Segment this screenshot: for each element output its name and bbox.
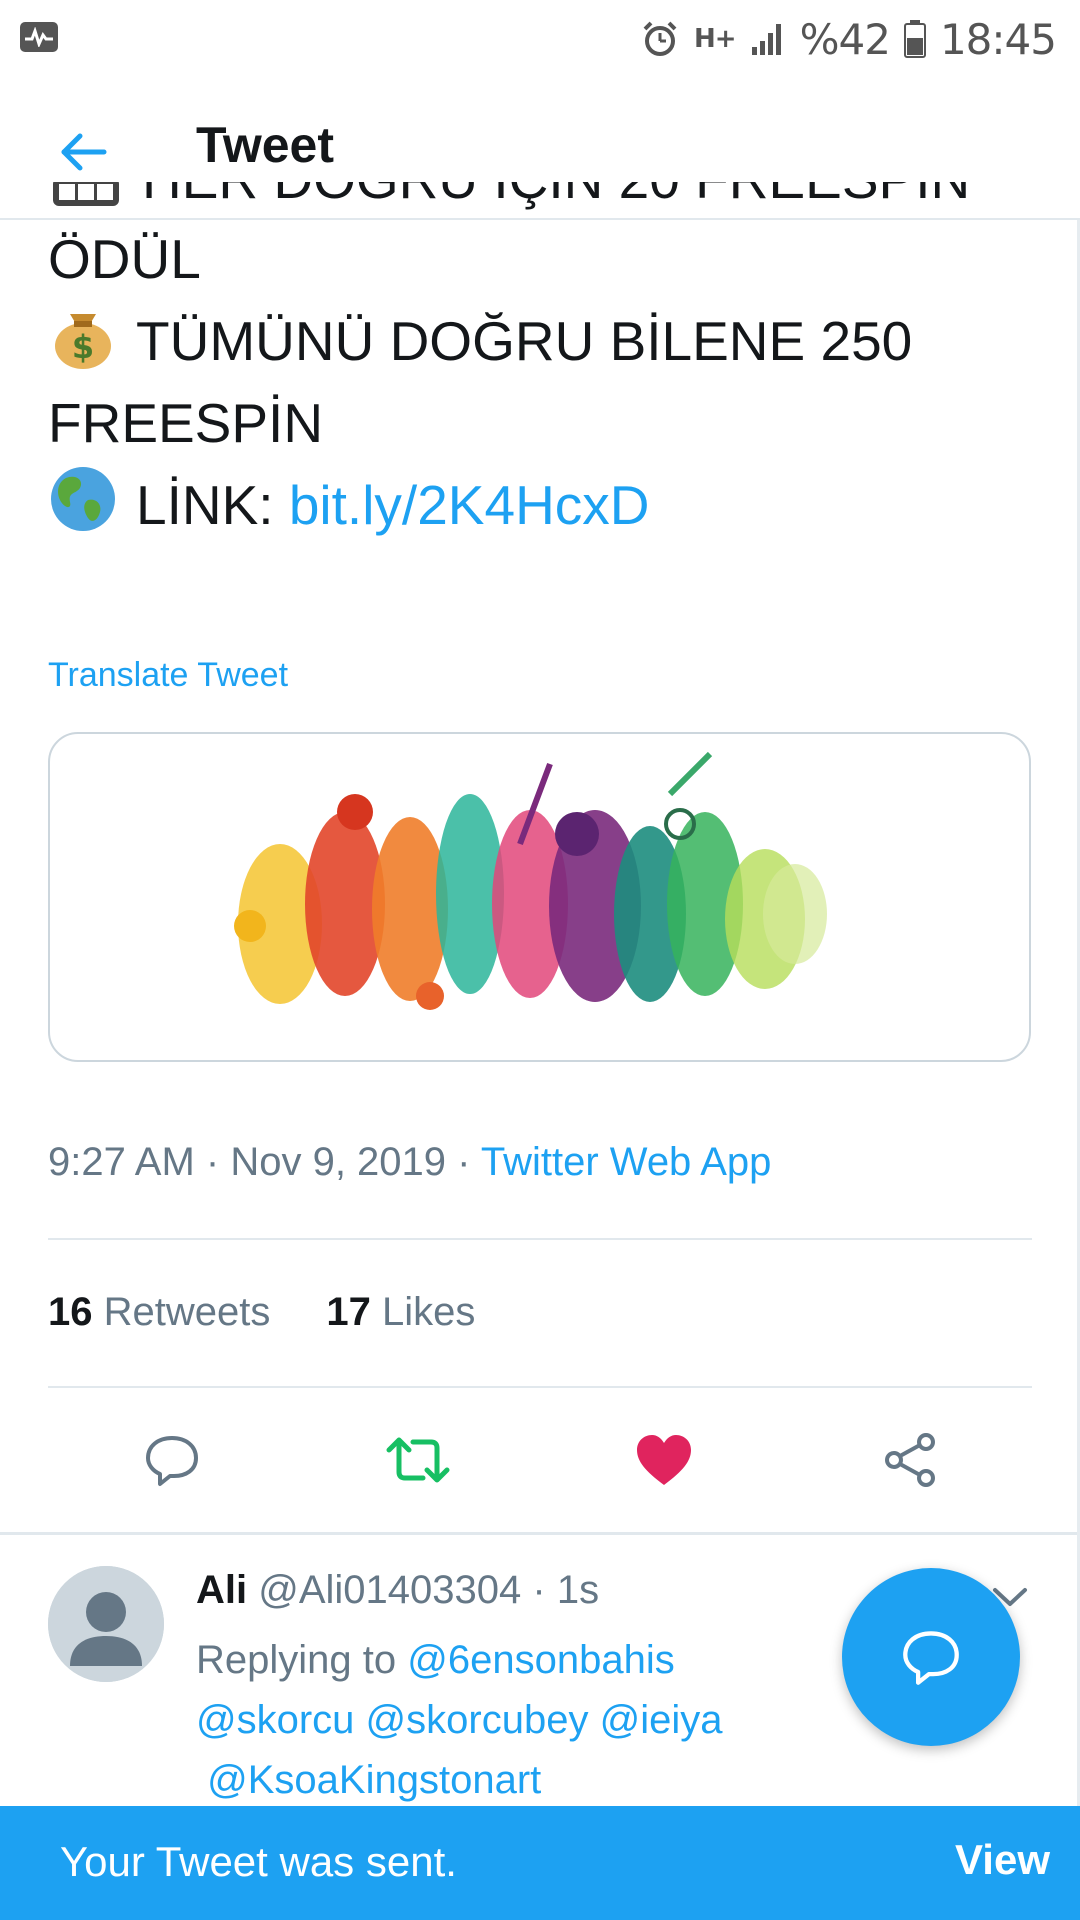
source-app-link[interactable]: Twitter Web App xyxy=(481,1140,772,1184)
reply-header: Ali @Ali01403304 · 1s xyxy=(196,1568,599,1613)
mention-link[interactable]: @ieiya xyxy=(600,1698,723,1742)
reply-author-name[interactable]: Ali xyxy=(196,1568,247,1612)
tweet-line-0: HER DOĞRU İÇİN 20 FREESPİN xyxy=(142,182,970,210)
retweet-icon xyxy=(386,1437,450,1483)
tweet-time: 9:27 AM xyxy=(48,1140,195,1184)
status-icons: H+ %42 18:45 xyxy=(640,12,1057,66)
tweet-line-2: $ TÜMÜNÜ DOĞRU BİLENE 250 xyxy=(48,300,1048,382)
reply-age: 1s xyxy=(556,1568,600,1612)
tweet-line-2-text: TÜMÜNÜ DOĞRU BİLENE 250 xyxy=(136,310,913,372)
replying-prefix: Replying to xyxy=(196,1638,397,1682)
network-type: H+ xyxy=(694,24,737,54)
share-button[interactable] xyxy=(870,1420,950,1500)
back-button[interactable] xyxy=(52,120,116,184)
arrow-left-icon xyxy=(61,133,107,171)
clock: 18:45 xyxy=(939,14,1057,64)
section-divider xyxy=(0,1532,1080,1535)
divider xyxy=(48,1386,1032,1388)
divider xyxy=(48,1238,1032,1240)
snackbar-view-button[interactable]: View xyxy=(955,1836,1050,1884)
like-label: Likes xyxy=(382,1290,476,1334)
tweet-actions xyxy=(0,1420,1080,1500)
mention-link[interactable]: @KsoaKingstonart xyxy=(207,1758,541,1802)
heart-filled-icon xyxy=(637,1435,691,1485)
translate-tweet-link[interactable]: Translate Tweet xyxy=(48,656,288,695)
mention-link[interactable]: @skorcu xyxy=(196,1698,354,1742)
snackbar: Your Tweet was sent. View xyxy=(0,1806,1080,1920)
retweets-stat[interactable]: 16 Retweets xyxy=(48,1290,270,1334)
slot-machine-icon xyxy=(53,182,119,206)
replying-to: Replying to @6ensonbahis @skorcu @skorcu… xyxy=(196,1630,876,1810)
tweet-date: Nov 9, 2019 xyxy=(230,1140,447,1184)
globe-americas-icon xyxy=(51,467,115,531)
activity-icon xyxy=(20,22,58,52)
reply-button[interactable] xyxy=(132,1420,212,1500)
retweet-label: Retweets xyxy=(103,1290,271,1334)
avatar[interactable] xyxy=(48,1566,164,1682)
tweet-cut-line: HER DOĞRU İÇİN 20 FREESPİN xyxy=(48,182,1048,222)
mention-link[interactable]: @6ensonbahis xyxy=(407,1638,674,1682)
retweet-button[interactable] xyxy=(378,1420,458,1500)
compose-reply-button[interactable] xyxy=(842,1568,1020,1746)
battery-percent: %42 xyxy=(799,14,891,64)
tweet-stats: 16 Retweets 17 Likes xyxy=(48,1290,475,1335)
mention-link[interactable]: @skorcubey xyxy=(366,1698,589,1742)
status-bar: H+ %42 18:45 xyxy=(0,0,1080,78)
link-card-image[interactable] xyxy=(48,732,1031,1062)
share-icon xyxy=(885,1433,935,1487)
svg-text:$: $ xyxy=(72,328,94,366)
tweet-text: ÖDÜL $ TÜMÜNÜ DOĞRU BİLENE 250 FREESPİN … xyxy=(48,218,1048,546)
link-label: LİNK: xyxy=(136,474,274,536)
tweet-link[interactable]: bit.ly/2K4HcxD xyxy=(289,474,650,536)
money-bag-icon: $ xyxy=(55,314,111,369)
sports-silhouettes-illustration xyxy=(234,751,827,1010)
likes-stat[interactable]: 17 Likes xyxy=(326,1290,475,1334)
snackbar-message: Your Tweet was sent. xyxy=(60,1838,457,1885)
reply-author-handle[interactable]: @Ali01403304 xyxy=(258,1568,521,1612)
retweet-count: 16 xyxy=(48,1290,93,1334)
meta-separator: · xyxy=(457,1140,481,1184)
tweet-line-4: LİNK: bit.ly/2K4HcxD xyxy=(48,464,1048,546)
tweet-line-1: ÖDÜL xyxy=(48,228,201,290)
default-avatar-icon xyxy=(48,1566,164,1682)
like-count: 17 xyxy=(326,1290,371,1334)
meta-separator: · xyxy=(532,1568,557,1612)
tweet-line-3: FREESPİN xyxy=(48,392,324,454)
tweet-meta: 9:27 AM · Nov 9, 2019 · Twitter Web App xyxy=(48,1140,771,1185)
like-button[interactable] xyxy=(624,1420,704,1500)
battery-icon xyxy=(903,20,926,58)
comment-icon xyxy=(146,1436,198,1486)
alarm-icon xyxy=(643,21,677,56)
signal-icon xyxy=(751,24,781,55)
comment-icon xyxy=(903,1631,959,1685)
meta-separator: · xyxy=(205,1140,231,1184)
page-title: Tweet xyxy=(196,117,334,173)
